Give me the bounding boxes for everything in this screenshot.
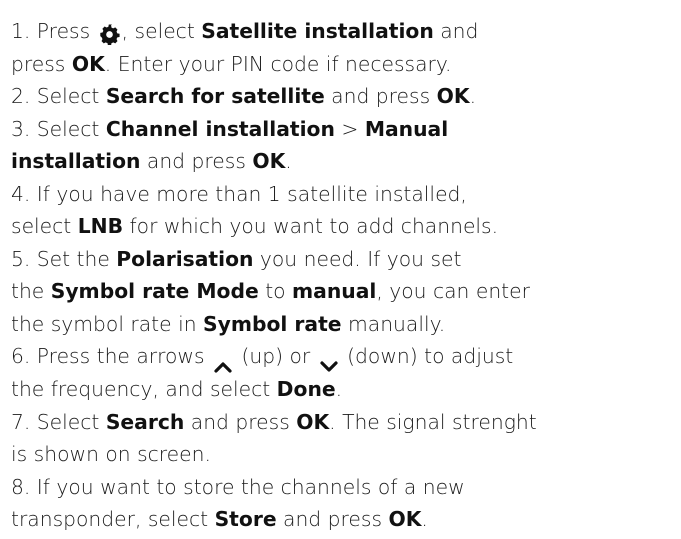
step-8-line-2: transponder, select Store and press OK. — [11, 507, 428, 532]
step-6-line-2: the frequency, and select Done. — [11, 377, 343, 402]
step-8-line-1: 8. If you want to store the channels of … — [11, 474, 465, 499]
step-1-line-1: 1. Press , select Satellite installation… — [11, 15, 677, 48]
step-7-line-2: is shown on screen. — [11, 442, 211, 467]
step-6-line-1: 6. Press the arrows (up) or (down) to ad… — [11, 340, 677, 373]
instruction-text: 1. Press , select Satellite installation… — [11, 15, 677, 536]
step-3-line-2: installation and press OK. — [11, 149, 292, 174]
chevron-up-icon — [213, 351, 233, 373]
chevron-down-icon — [319, 351, 339, 372]
step-4-line-2: select LNB for which you want to add cha… — [11, 214, 499, 239]
step-4-line-1: 4. If you have more than 1 satellite ins… — [11, 181, 467, 206]
step-3-line-1: 3. Select Channel installation > Manual — [11, 116, 449, 141]
step-2-line-1: 2. Select Search for satellite and press… — [11, 84, 477, 109]
step-7-line-1: 7. Select Search and press OK. The signa… — [11, 409, 537, 434]
step-5-line-1: 5. Set the Polarisation you need. If you… — [11, 246, 462, 271]
step-1-line-2: press OK. Enter your PIN code if necessa… — [11, 51, 452, 76]
step-5-line-2: the Symbol rate Mode to manual, you can … — [11, 279, 530, 304]
gear-icon — [99, 22, 120, 46]
step-5-line-3: the symbol rate in Symbol rate manually. — [11, 311, 446, 336]
